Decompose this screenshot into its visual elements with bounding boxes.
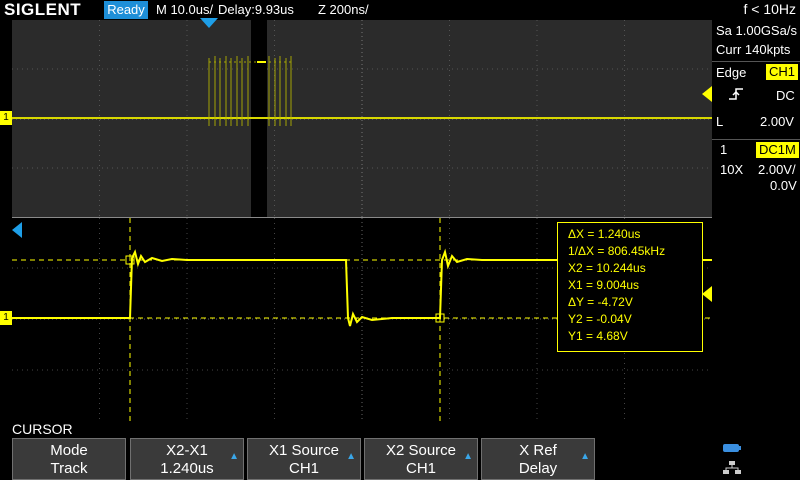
- trigger-source-badge[interactable]: CH1: [766, 64, 799, 80]
- trigger-level-icon[interactable]: [702, 86, 712, 102]
- softkey-label: X2 Source: [385, 442, 457, 459]
- usb-storage-icon: [723, 444, 741, 452]
- softkey-x2-x1[interactable]: X2-X1 1.240us ▲: [130, 438, 244, 480]
- trigger-level-label: L: [716, 114, 724, 129]
- trigger-position-icon[interactable]: [200, 18, 218, 30]
- ch1-ground-marker-overview[interactable]: 1: [0, 111, 12, 125]
- panel-divider: [712, 61, 800, 62]
- softkey-x1-source[interactable]: X1 Source CH1 ▲: [247, 438, 361, 480]
- softkey-value: CH1: [405, 460, 436, 477]
- zoom-trigger-level-icon: [702, 286, 712, 302]
- knob-up-arrow-icon: ▲: [229, 451, 239, 462]
- brand-logo: SIGLENT: [4, 0, 82, 19]
- cursor-readout-panel: ΔX = 1.240us 1/ΔX = 806.45kHz X2 = 10.24…: [557, 222, 703, 352]
- softkey-mode[interactable]: Mode Track: [12, 438, 126, 480]
- softkey-value: Delay: [518, 460, 558, 477]
- timebase-readout[interactable]: M 10.0us/: [156, 2, 213, 18]
- network-icon: [723, 461, 741, 474]
- channel-scale[interactable]: 2.00V/: [758, 162, 796, 178]
- softkey-label: X1 Source: [268, 442, 340, 459]
- knob-up-arrow-icon: ▲: [463, 451, 473, 462]
- y2-readout: Y2 = -0.04V: [568, 312, 632, 326]
- channel-number: 1: [720, 142, 728, 157]
- x2-readout: X2 = 10.244us: [568, 261, 646, 275]
- zoom-timebase-readout[interactable]: Z 200ns/: [318, 2, 369, 18]
- softkey-x2-source[interactable]: X2 Source CH1 ▲: [364, 438, 478, 480]
- delta-x-readout: ΔX = 1.240us: [568, 227, 641, 241]
- menu-title: CURSOR: [12, 421, 73, 437]
- channel-coupling-badge[interactable]: DC1M: [756, 142, 799, 158]
- overview-window[interactable]: [12, 20, 712, 218]
- status-icons-area: [716, 438, 800, 480]
- softkey-value: CH1: [288, 460, 319, 477]
- ch1-ground-marker-zoom[interactable]: 1: [0, 311, 12, 325]
- delay-readout[interactable]: Delay:9.93us: [218, 2, 294, 18]
- delta-y-readout: ΔY = -4.72V: [568, 295, 633, 309]
- run-state-badge[interactable]: Ready: [104, 1, 148, 19]
- softkey-label: Mode: [50, 442, 88, 459]
- memory-depth: Curr 140kpts: [716, 42, 791, 57]
- softkey-label: X2-X1: [166, 442, 208, 459]
- knob-up-arrow-icon: ▲: [346, 451, 356, 462]
- trigger-coupling[interactable]: DC: [776, 88, 795, 104]
- overview-grid: [12, 20, 712, 218]
- sample-rate: Sa 1.00GSa/s: [716, 23, 797, 38]
- trigger-level-value[interactable]: 2.00V: [760, 114, 794, 130]
- softkey-label: X Ref: [519, 442, 557, 459]
- softkey-value: 1.240us: [160, 460, 214, 477]
- probe-attenuation[interactable]: 10X: [720, 162, 743, 178]
- x1-readout: X1 = 9.004us: [568, 278, 640, 292]
- inverse-delta-x-readout: 1/ΔX = 806.45kHz: [568, 244, 666, 258]
- softkey-x-ref[interactable]: X Ref Delay ▲: [481, 438, 595, 480]
- y1-readout: Y1 = 4.68V: [568, 329, 628, 343]
- channel-offset[interactable]: 0.0V: [770, 178, 797, 194]
- softkey-value: Track: [50, 460, 88, 477]
- zoom-trigger-position-icon: [12, 222, 22, 238]
- knob-up-arrow-icon: ▲: [580, 451, 590, 462]
- frequency-counter: f < 10Hz: [743, 1, 796, 17]
- rising-edge-icon: [729, 88, 743, 100]
- trigger-type[interactable]: Edge: [716, 65, 746, 81]
- panel-divider: [712, 139, 800, 140]
- ch1-burst: [208, 56, 292, 126]
